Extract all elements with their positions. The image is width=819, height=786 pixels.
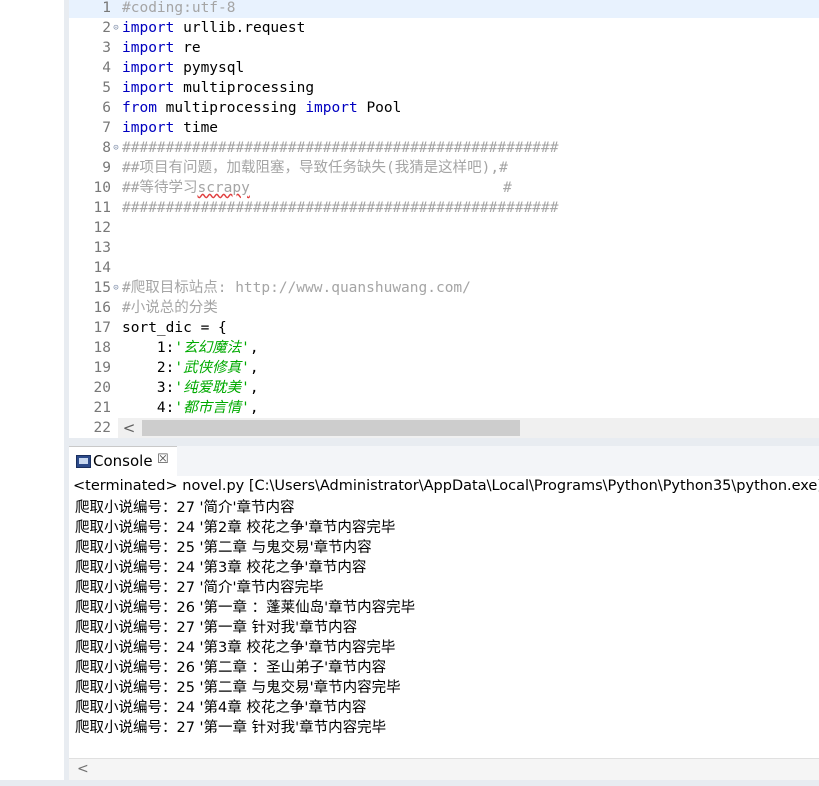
console-output-line: 爬取小说编号：24 '第3章 校花之争'章节内容完毕 bbox=[75, 640, 396, 656]
code-line[interactable]: 20 3:'纯爱耽美', bbox=[69, 378, 819, 398]
line-number: 20 bbox=[93, 380, 111, 396]
console-output-line: 爬取小说编号：24 '第3章 校花之争'章节内容 bbox=[75, 560, 367, 576]
console-output-line: 爬取小说编号：27 '第一章 针对我'章节内容完毕 bbox=[75, 720, 387, 736]
close-icon[interactable]: ☒ bbox=[157, 452, 169, 467]
code-line[interactable]: 13 bbox=[69, 238, 819, 258]
code-line[interactable]: 15 ⊝ #爬取目标站点: http://www.quanshuwang.com/ bbox=[69, 278, 819, 298]
code-line[interactable]: 7 import time bbox=[69, 118, 819, 138]
left-panel bbox=[0, 0, 65, 786]
line-number: 18 bbox=[93, 340, 111, 356]
code-text: ########################################… bbox=[122, 200, 559, 216]
code-line[interactable]: 19 2:'武侠修真', bbox=[69, 358, 819, 378]
line-number: 19 bbox=[93, 360, 111, 376]
console-output-line: 爬取小说编号：25 '第二章 与鬼交易'章节内容完毕 bbox=[75, 680, 401, 696]
code-text: ##等待学习scrapy # bbox=[122, 180, 512, 196]
code-line[interactable]: 14 bbox=[69, 258, 819, 278]
code-line[interactable]: 10 ##等待学习scrapy # bbox=[69, 178, 819, 198]
code-line[interactable]: 2 ⊝ import urllib.request bbox=[69, 18, 819, 38]
code-text: ########################################… bbox=[122, 140, 559, 156]
code-text: import urllib.request bbox=[122, 20, 306, 36]
code-text: from multiprocessing import Pool bbox=[122, 100, 402, 116]
terminated-status: <terminated> novel.py [C:\Users\Administ… bbox=[73, 478, 819, 494]
line-number: 2 bbox=[102, 20, 111, 36]
editor-scroll-thumb[interactable] bbox=[142, 420, 520, 436]
code-text: 2:'武侠修真', bbox=[122, 360, 259, 376]
line-number: 7 bbox=[102, 120, 111, 136]
line-number: 10 bbox=[93, 180, 111, 196]
line-number: 22 bbox=[93, 420, 111, 436]
line-number: 15 bbox=[93, 280, 111, 296]
code-line[interactable]: 4 import pymysql bbox=[69, 58, 819, 78]
code-editor[interactable]: 1 #coding:utf-8 2 ⊝ import urllib.request 3 im… bbox=[69, 0, 819, 438]
line-number: 4 bbox=[102, 60, 111, 76]
view-sash[interactable] bbox=[69, 438, 819, 446]
line-number: 13 bbox=[93, 240, 111, 256]
console-output[interactable]: <terminated> novel.py [C:\Users\Administ… bbox=[69, 476, 819, 758]
code-text: #coding:utf-8 bbox=[122, 0, 236, 16]
code-line[interactable]: 16 #小说总的分类 bbox=[69, 298, 819, 318]
line-number: 1 bbox=[102, 0, 111, 16]
code-line[interactable]: 12 bbox=[69, 218, 819, 238]
scroll-left-arrow-icon[interactable]: < bbox=[120, 418, 138, 438]
code-text: 1:'玄幻魔法', bbox=[122, 340, 259, 356]
line-number: 14 bbox=[93, 260, 111, 276]
line-number: 9 bbox=[102, 160, 111, 176]
code-text: import multiprocessing bbox=[122, 80, 315, 96]
console-horizontal-scrollbar[interactable]: < bbox=[69, 758, 819, 781]
tab-console[interactable]: Console ☒ bbox=[69, 446, 178, 477]
code-text: sort_dic = { bbox=[122, 320, 227, 336]
console-tab-label: Console bbox=[93, 452, 153, 470]
code-line[interactable]: 6 from multiprocessing import Pool bbox=[69, 98, 819, 118]
line-number: 8 bbox=[102, 140, 111, 156]
fold-toggle-icon[interactable]: ⊝ bbox=[111, 18, 121, 38]
code-text: #小说总的分类 bbox=[122, 300, 218, 316]
code-line[interactable]: 9 ##项目有问题，加载阻塞，导致任务缺失(我猜是这样吧),# bbox=[69, 158, 819, 178]
code-line[interactable]: 18 1:'玄幻魔法', bbox=[69, 338, 819, 358]
code-text: 4:'都市言情', bbox=[122, 400, 259, 416]
console-icon bbox=[76, 455, 91, 468]
code-line[interactable]: 8 ⊝ ######################################… bbox=[69, 138, 819, 158]
scroll-left-arrow-icon[interactable]: < bbox=[77, 761, 89, 777]
line-number: 6 bbox=[102, 100, 111, 116]
console-tab-bar bbox=[177, 446, 819, 477]
code-line[interactable]: 3 import re bbox=[69, 38, 819, 58]
console-output-line: 爬取小说编号：27 '第一章 针对我'章节内容 bbox=[75, 620, 358, 636]
ide-window: 1 #coding:utf-8 2 ⊝ import urllib.request 3 im… bbox=[0, 0, 819, 786]
console-output-line: 爬取小说编号：27 '简介'章节内容完毕 bbox=[75, 580, 324, 596]
console-output-line: 爬取小说编号：24 '第2章 校花之争'章节内容完毕 bbox=[75, 520, 396, 536]
line-number: 3 bbox=[102, 40, 111, 56]
fold-toggle-icon[interactable]: ⊝ bbox=[111, 138, 121, 158]
code-line[interactable]: 17 sort_dic = { bbox=[69, 318, 819, 338]
console-output-line: 爬取小说编号：27 '简介'章节内容 bbox=[75, 500, 295, 516]
console-output-line: 爬取小说编号：26 '第一章 ：蓬莱仙岛'章节内容完毕 bbox=[75, 600, 416, 616]
line-number: 11 bbox=[93, 200, 111, 216]
console-output-line: 爬取小说编号：24 '第4章 校花之争'章节内容 bbox=[75, 700, 367, 716]
code-text: import time bbox=[122, 120, 219, 136]
console-output-line: 爬取小说编号：26 '第二章 ：圣山弟子'章节内容 bbox=[75, 660, 387, 676]
code-text: import re bbox=[122, 40, 201, 56]
line-number: 17 bbox=[93, 320, 111, 336]
code-line[interactable]: 11 ######################################… bbox=[69, 198, 819, 218]
line-number: 21 bbox=[93, 400, 111, 416]
line-number: 12 bbox=[93, 220, 111, 236]
code-line[interactable]: 21 4:'都市言情', bbox=[69, 398, 819, 418]
status-strip bbox=[0, 780, 819, 786]
code-text: 3:'纯爱耽美', bbox=[122, 380, 259, 396]
code-line[interactable]: 1 #coding:utf-8 bbox=[69, 0, 819, 18]
code-text: ##项目有问题，加载阻塞，导致任务缺失(我猜是这样吧),# bbox=[122, 160, 508, 176]
code-text: import pymysql bbox=[122, 60, 245, 76]
console-output-line: 爬取小说编号：25 '第二章 与鬼交易'章节内容 bbox=[75, 540, 372, 556]
line-number: 16 bbox=[93, 300, 111, 316]
line-number: 5 bbox=[102, 80, 111, 96]
code-line[interactable]: 5 import multiprocessing bbox=[69, 78, 819, 98]
fold-toggle-icon[interactable]: ⊝ bbox=[111, 278, 121, 298]
code-text: #爬取目标站点: http://www.quanshuwang.com/ bbox=[122, 280, 471, 296]
